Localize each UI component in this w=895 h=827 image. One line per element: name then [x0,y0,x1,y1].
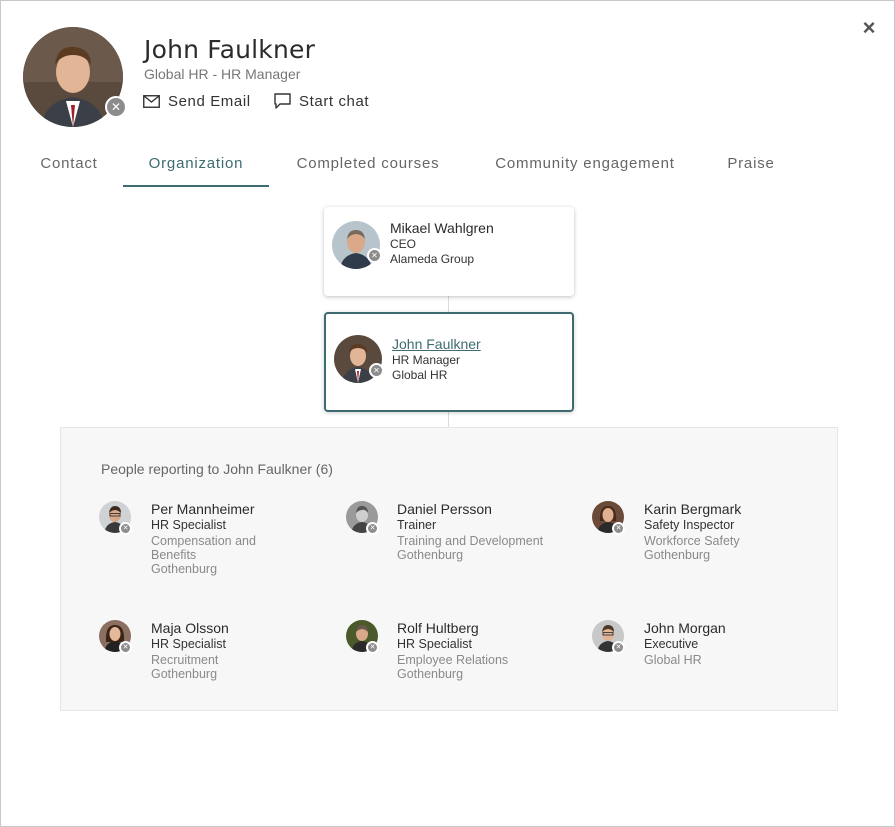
org-connector [448,412,449,427]
status-offline-icon: ✕ [612,522,625,535]
profile-subtitle: Global HR - HR Manager [144,66,301,82]
start-chat-button[interactable]: Start chat [274,91,369,111]
report-name[interactable]: Per Mannheimer [151,501,255,517]
tab-praise[interactable]: Praise [713,153,789,187]
close-icon[interactable]: × [859,17,879,39]
tab-completed-courses[interactable]: Completed courses [281,153,455,187]
report-name[interactable]: Daniel Persson [397,501,492,517]
envelope-icon [143,94,160,108]
report-meta: Compensation and Benefits Gothenburg [151,534,256,576]
report-meta: Training and Development Gothenburg [397,534,544,562]
status-offline-icon: ✕ [119,641,132,654]
report-title: Safety Inspector [644,518,735,532]
report-meta: Employee Relations Gothenburg [397,653,509,681]
report-name[interactable]: Rolf Hultberg [397,620,479,636]
manager-unit: Alameda Group [390,252,475,266]
profile-dialog: × ✕ John Faulkner Global HR - HR Manager… [0,0,895,827]
report-meta: Workforce Safety Gothenburg [644,534,740,562]
chat-bubble-icon [274,93,291,109]
current-person-card[interactable]: ✕ John Faulkner HR Manager Global HR [324,312,574,412]
report-title: HR Specialist [397,637,473,651]
org-connector [448,296,449,312]
manager-name[interactable]: Mikael Wahlgren [390,220,494,236]
report-name[interactable]: John Morgan [644,620,726,636]
send-email-button[interactable]: Send Email [143,91,251,111]
send-email-label: Send Email [168,92,251,110]
tab-contact[interactable]: Contact [23,153,115,187]
tab-community-engagement[interactable]: Community engagement [477,153,693,187]
report-name[interactable]: Karin Bergmark [644,501,741,517]
current-person-title: HR Manager [392,353,461,367]
tab-organization[interactable]: Organization [123,153,269,187]
report-title: Trainer [397,518,437,532]
status-offline-icon: ✕ [612,641,625,654]
report-title: Executive [644,637,699,651]
start-chat-label: Start chat [299,92,370,110]
report-meta: Recruitment Gothenburg [151,653,219,681]
report-title: HR Specialist [151,518,227,532]
report-title: HR Specialist [151,637,227,651]
current-person-name-link[interactable]: John Faulkner [392,336,481,352]
current-person-unit: Global HR [392,368,448,382]
report-name[interactable]: Maja Olsson [151,620,229,636]
status-offline-icon: ✕ [369,363,384,378]
profile-name: John Faulkner [144,35,316,64]
status-offline-icon: ✕ [366,641,379,654]
manager-title: CEO [390,237,417,251]
direct-reports-title: People reporting to John Faulkner (6) [101,461,333,477]
status-offline-icon: ✕ [105,96,127,118]
status-offline-icon: ✕ [366,522,379,535]
status-offline-icon: ✕ [367,248,382,263]
report-meta: Global HR [644,653,702,667]
manager-card[interactable]: ✕ Mikael Wahlgren CEO Alameda Group [324,207,574,296]
status-offline-icon: ✕ [119,522,132,535]
